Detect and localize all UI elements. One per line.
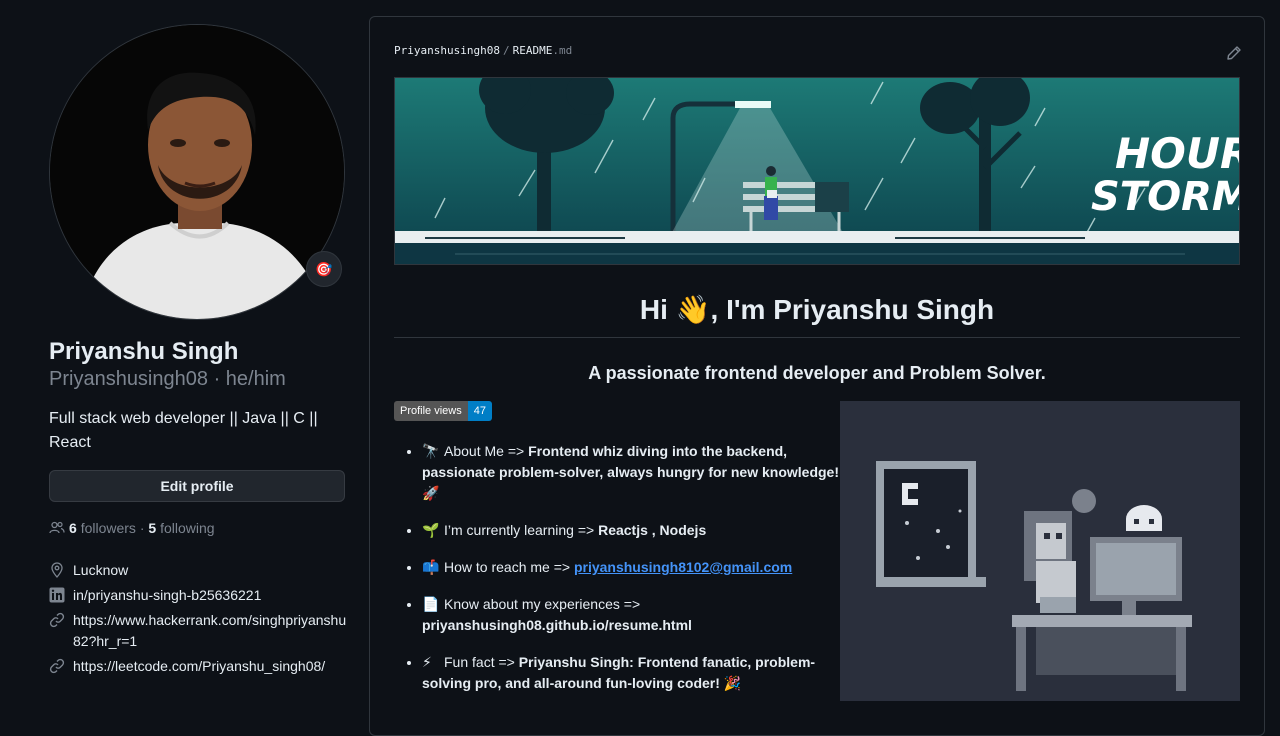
followers-link[interactable]: 6 followers — [69, 520, 136, 536]
readme-heading: Hi 👋, I'm Priyanshu Singh — [394, 293, 1240, 326]
item-label: About Me => — [444, 443, 529, 459]
pronouns-text: he/him — [225, 368, 286, 390]
avatar-container: 🎯 — [49, 24, 345, 320]
banner-title-line1: HOUR — [1115, 129, 1240, 178]
following-link[interactable]: 5 following — [148, 520, 214, 536]
hackerrank-link[interactable]: https://www.hackerrank.com/singhpriyansh… — [73, 610, 349, 652]
email-link[interactable]: priyanshusingh8102@gmail.com — [574, 559, 792, 575]
following-label: following — [160, 520, 215, 536]
readme-subheading: A passionate frontend developer and Prob… — [588, 363, 1046, 383]
list-item: 📄Know about my experiences => priyanshus… — [422, 594, 852, 636]
readme-card: Priyanshusingh08/README.md HOUR STORM Hi… — [369, 16, 1265, 736]
badge-value: 47 — [467, 401, 492, 421]
badge-label: Profile views — [394, 401, 468, 421]
mailbox-icon: 📫 — [422, 559, 440, 575]
link-icon — [49, 612, 65, 628]
followers-count: 6 — [69, 520, 77, 536]
separator-dot: · — [213, 368, 226, 390]
edit-profile-button[interactable]: Edit profile — [49, 470, 345, 502]
repo-link[interactable]: Priyanshusingh08 — [394, 44, 500, 57]
path-separator: / — [502, 44, 510, 57]
coder-illustration — [840, 401, 1240, 701]
link-icon — [49, 658, 65, 674]
item-label: I’m currently learning => — [444, 522, 599, 538]
readme-extension: .md — [552, 44, 573, 57]
list-item: ⚡Fun fact => Priyanshu Singh: Frontend f… — [422, 652, 852, 694]
item-label: Fun fact => — [444, 654, 519, 670]
heading-divider — [394, 337, 1240, 338]
people-icon — [49, 521, 65, 534]
avatar[interactable] — [49, 24, 345, 320]
followers-label: followers — [80, 520, 136, 536]
seedling-icon: 🌱 — [422, 522, 440, 538]
list-item: 🌱I’m currently learning => Reactjs , Nod… — [422, 520, 852, 541]
telescope-icon: 🔭 — [422, 443, 440, 459]
target-icon: 🎯 — [315, 260, 333, 277]
profile-bio: Full stack web developer || Java || C ||… — [49, 410, 318, 451]
item-value: Reactjs , Nodejs — [598, 522, 707, 538]
linkedin-icon — [49, 587, 65, 603]
item-value: priyanshusingh08.github.io/resume.html — [422, 617, 692, 633]
list-item: 🔭About Me => Frontend whiz diving into t… — [422, 441, 852, 504]
document-icon: 📄 — [422, 596, 440, 612]
location-item: Lucknow — [49, 560, 349, 581]
profile-views-badge[interactable]: Profile views 47 — [394, 401, 492, 421]
profile-details: Lucknow in/priyanshu-singh-b25636221 htt… — [49, 560, 349, 681]
location-pin-icon — [51, 562, 63, 578]
location-text: Lucknow — [73, 562, 129, 578]
heading-post: , I'm Priyanshu Singh — [710, 294, 995, 325]
following-count: 5 — [148, 520, 157, 536]
readme-path: Priyanshusingh08/README.md — [394, 44, 572, 57]
waving-hand-icon: 👋 — [675, 294, 711, 325]
item-label: Know about my experiences => — [444, 596, 641, 612]
banner-image: HOUR STORM — [394, 77, 1240, 265]
heading-pre: Hi — [639, 294, 668, 325]
follow-stats: 6 followers · 5 following — [49, 520, 215, 536]
website-item-hackerrank: https://www.hackerrank.com/singhpriyansh… — [49, 610, 349, 652]
readme-filename: README — [512, 44, 553, 57]
separator-dot: · — [135, 520, 149, 536]
profile-name: Priyanshu Singh — [49, 338, 239, 365]
banner-title-line2: STORM — [1091, 174, 1240, 220]
profile-username: Priyanshusingh08 · he/him — [49, 368, 286, 391]
linkedin-link[interactable]: in/priyanshu-singh-b25636221 — [73, 585, 261, 606]
about-list: 🔭About Me => Frontend whiz diving into t… — [400, 441, 852, 710]
rocket-icon: 🚀 — [422, 485, 440, 501]
party-popper-icon: 🎉 — [723, 675, 742, 691]
status-button[interactable]: 🎯 — [306, 251, 342, 287]
username-text: Priyanshusingh08 — [49, 368, 208, 390]
lightning-icon: ⚡ — [422, 654, 432, 670]
item-label: How to reach me => — [444, 559, 574, 575]
linkedin-item: in/priyanshu-singh-b25636221 — [49, 585, 349, 606]
website-item-leetcode: https://leetcode.com/Priyanshu_singh08/ — [49, 656, 349, 677]
list-item: 📫How to reach me => priyanshusingh8102@g… — [422, 557, 852, 578]
leetcode-link[interactable]: https://leetcode.com/Priyanshu_singh08/ — [73, 656, 325, 677]
pencil-icon[interactable] — [1226, 45, 1242, 61]
